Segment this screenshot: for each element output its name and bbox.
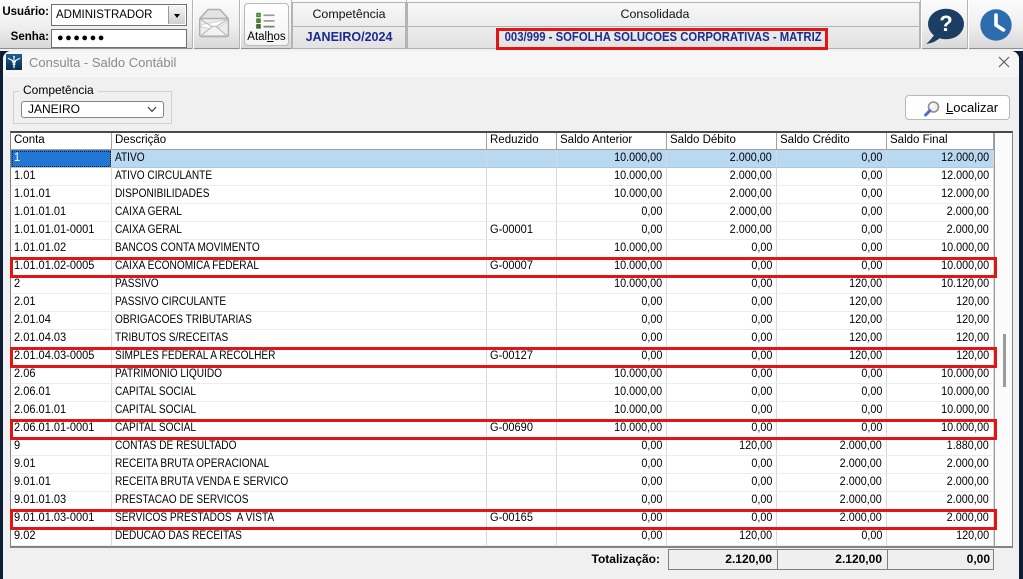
svg-text:?: ?: [939, 11, 952, 36]
